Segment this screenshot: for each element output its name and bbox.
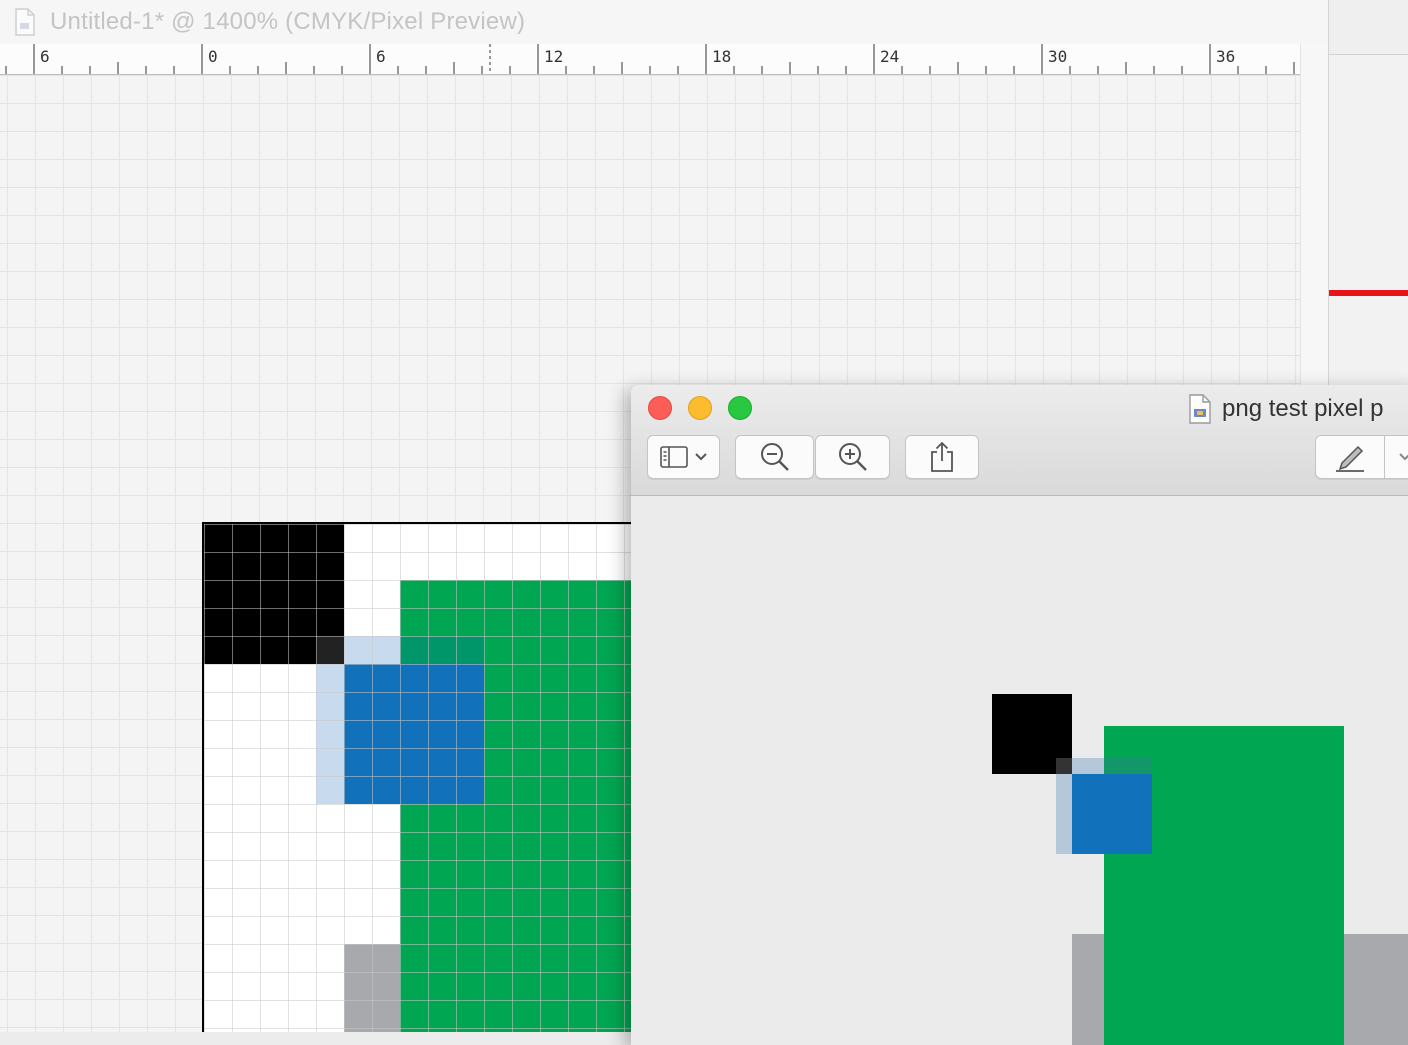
window-title-text: png test pixel p (1222, 395, 1383, 423)
ruler-label: 0 (208, 47, 218, 66)
zoom-button[interactable] (728, 396, 752, 420)
document-icon (1188, 394, 1212, 424)
ruler-label: 24 (880, 47, 899, 66)
gray-rectangle-right (1344, 934, 1408, 1045)
sidebar-view-button[interactable] (647, 435, 720, 479)
preview-window: png test pixel p (631, 385, 1408, 1045)
markup-toolbar-button[interactable] (1315, 435, 1385, 479)
background-window-titlebar (1329, 0, 1408, 55)
ruler-label: 36 (1216, 47, 1235, 66)
preview-image-canvas[interactable] (631, 496, 1408, 1045)
blue-square (1072, 774, 1152, 854)
background-window (1329, 0, 1408, 400)
chevron-down-icon (693, 449, 709, 465)
red-guide-line (1329, 290, 1408, 296)
share-icon (927, 440, 957, 474)
document-title: Untitled-1* @ 1400% (CMYK/Pixel Preview) (50, 8, 525, 36)
ruler-ticks (0, 44, 1300, 74)
close-button[interactable] (648, 396, 672, 420)
pixel-grid-overlay (204, 524, 644, 1032)
gray-rectangle-left (1072, 934, 1104, 1045)
preview-toolbar: png test pixel p (631, 385, 1408, 496)
zoom-out-icon (758, 440, 792, 474)
markup-menu-button[interactable] (1385, 435, 1408, 479)
ruler-label: 6 (40, 47, 50, 66)
black-blue-overlap (1056, 758, 1072, 774)
sidebar-toggle-icon (659, 445, 689, 469)
markup-pen-icon (1332, 441, 1368, 473)
document-icon (14, 8, 36, 36)
artboard[interactable] (202, 522, 644, 1032)
ruler-label: 12 (544, 47, 563, 66)
window-title: png test pixel p (1188, 393, 1383, 425)
chevron-down-icon (1397, 449, 1408, 465)
ruler-label: 30 (1048, 47, 1067, 66)
document-title-bar: Untitled-1* @ 1400% (CMYK/Pixel Preview) (0, 0, 1328, 45)
ruler-label: 6 (376, 47, 386, 66)
zoom-in-button[interactable] (815, 435, 890, 479)
share-button[interactable] (905, 435, 979, 479)
horizontal-ruler[interactable]: 6 0 6 12 18 24 30 36 (0, 44, 1300, 75)
zoom-out-button[interactable] (735, 435, 814, 479)
green-blue-overlap (1104, 758, 1152, 774)
ruler-label: 18 (712, 47, 731, 66)
zoom-in-icon (836, 440, 870, 474)
minimize-button[interactable] (688, 396, 712, 420)
